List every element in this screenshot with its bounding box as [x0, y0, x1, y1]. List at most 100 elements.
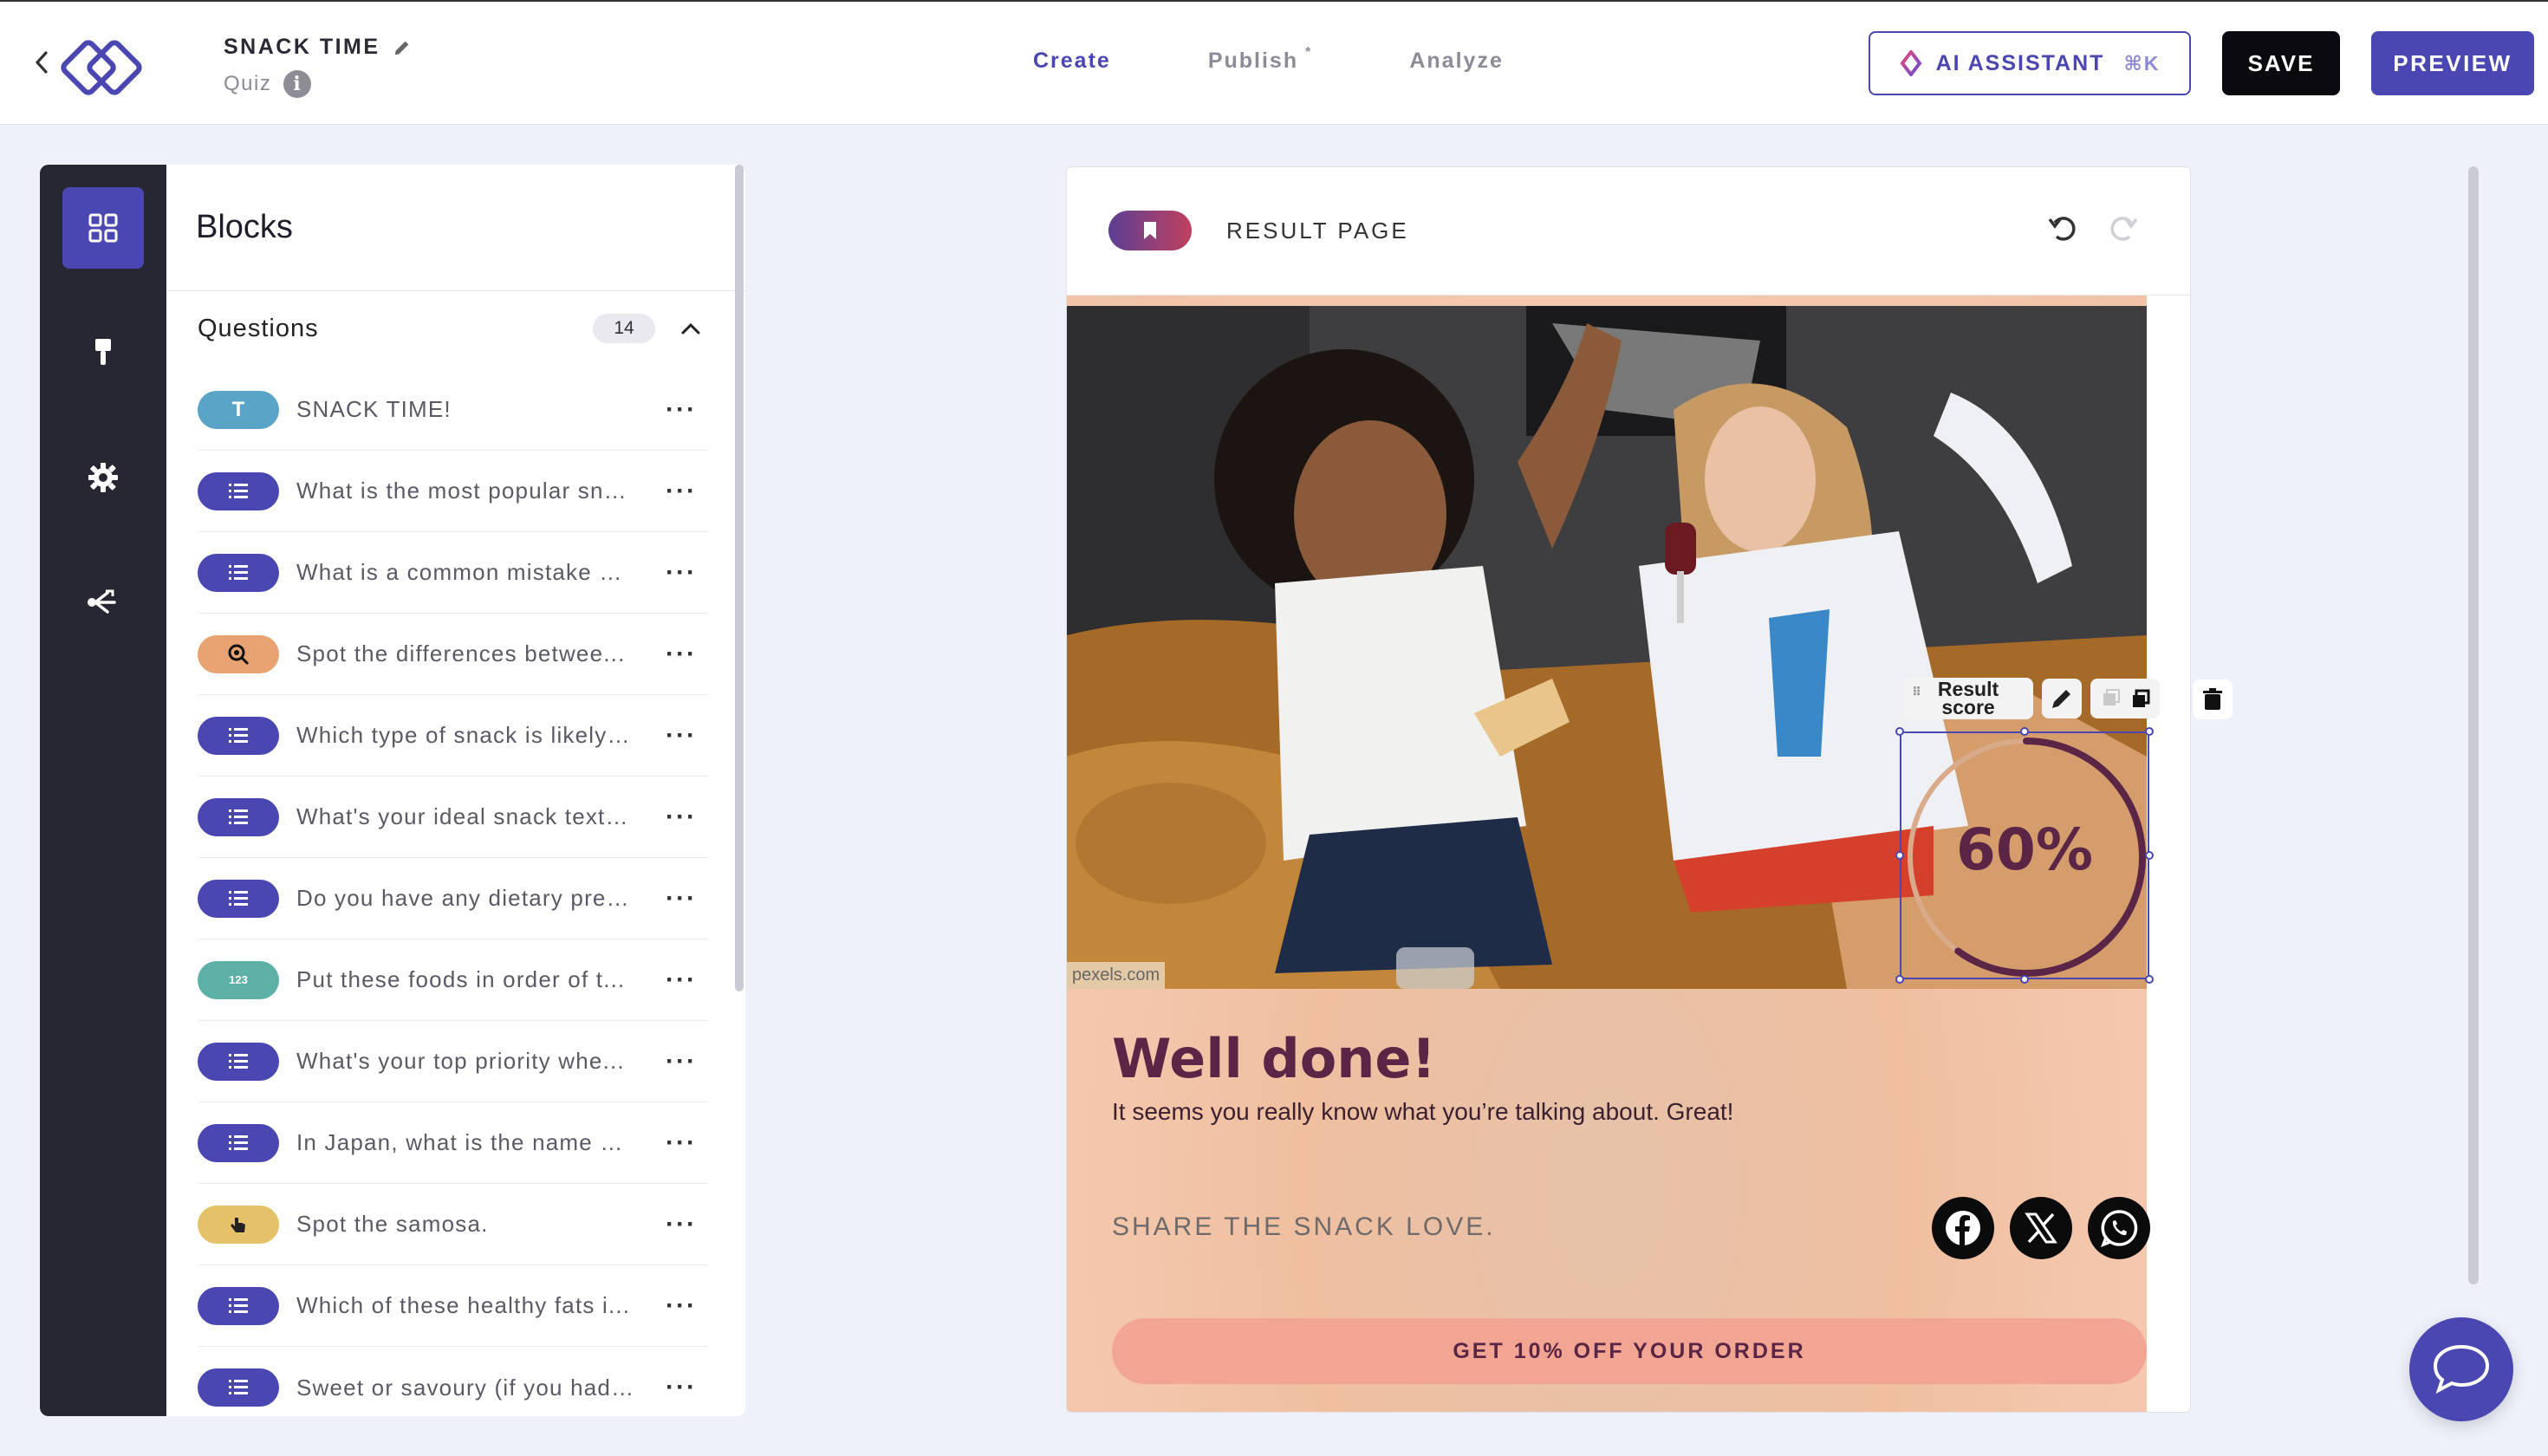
canvas-header: RESULT PAGE	[1067, 167, 2190, 296]
result-score-chip[interactable]: ⠿ Result score	[1903, 678, 2033, 719]
question-item[interactable]: What's your ideal snack textu... ···	[198, 777, 709, 858]
ai-assistant-label: AI ASSISTANT	[1935, 50, 2105, 75]
branch-icon	[88, 589, 116, 614]
magnifier-icon	[198, 634, 279, 673]
more-options-icon[interactable]: ···	[666, 477, 697, 506]
share-buttons	[1932, 1197, 2150, 1259]
left-rail	[40, 165, 166, 1416]
more-options-icon[interactable]: ···	[666, 1373, 697, 1402]
question-label: In Japan, what is the name o...	[296, 1129, 634, 1155]
questions-title: Questions	[198, 314, 319, 342]
questions-count-badge: 14	[593, 314, 655, 343]
question-item[interactable]: 123 Put these foods in order of t... ···	[198, 939, 709, 1021]
question-item[interactable]: Sweet or savoury (if you had ... ···	[198, 1347, 709, 1416]
question-item[interactable]: Spot the samosa. ···	[198, 1184, 709, 1265]
chevron-up-icon[interactable]	[679, 317, 702, 340]
drag-handle-icon[interactable]: ⠿	[1912, 686, 1921, 698]
discount-cta-button[interactable]: GET 10% OFF YOUR ORDER	[1112, 1318, 2147, 1384]
list-icon	[198, 1042, 279, 1081]
rail-blocks-button[interactable]	[62, 187, 144, 269]
preview-button[interactable]: PREVIEW	[2371, 31, 2534, 95]
ai-sparkle-icon	[1900, 50, 1922, 76]
share-label[interactable]: SHARE THE SNACK LOVE.	[1112, 1212, 1496, 1242]
more-options-icon[interactable]: ···	[666, 558, 697, 588]
more-options-icon[interactable]: ···	[666, 1128, 697, 1158]
tab-analyze[interactable]: Analyze	[1409, 49, 1503, 74]
more-options-icon[interactable]: ···	[666, 803, 697, 832]
app-logo[interactable]	[57, 28, 158, 101]
trash-icon	[2203, 688, 2222, 710]
result-description[interactable]: It seems you really know what you’re tal…	[1112, 1098, 1733, 1126]
question-label: Which type of snack is likely ...	[296, 722, 634, 748]
quiz-type-label: Quiz	[224, 72, 272, 95]
page-type-pill[interactable]	[1108, 211, 1192, 250]
info-icon[interactable]: i	[283, 70, 312, 98]
pencil-icon	[2052, 690, 2070, 708]
facebook-icon[interactable]	[1932, 1197, 1994, 1259]
more-options-icon[interactable]: ···	[666, 1047, 697, 1076]
more-options-icon[interactable]: ···	[666, 395, 697, 425]
more-options-icon[interactable]: ···	[666, 721, 697, 751]
score-value: 60%	[1956, 816, 2093, 883]
more-options-icon[interactable]: ···	[666, 965, 697, 995]
ai-assistant-button[interactable]: AI ASSISTANT ⌘K	[1869, 31, 2191, 95]
undo-icon[interactable]	[2046, 211, 2081, 245]
questions-section-header[interactable]: Questions 14	[198, 314, 702, 343]
question-item[interactable]: What is a common mistake p... ···	[198, 532, 709, 614]
quiz-title-block: SNACK TIME Quiz i	[224, 35, 412, 98]
blocks-scrollbar[interactable]	[735, 165, 744, 991]
main-tabs: Create Publish * Analyze	[1033, 45, 1601, 74]
question-item[interactable]: Spot the differences betwee... ···	[198, 614, 709, 695]
more-options-icon[interactable]: ···	[666, 884, 697, 913]
question-item[interactable]: What's your top priority whe... ···	[198, 1021, 709, 1102]
copy-icon	[2103, 689, 2150, 707]
duplicate-block-button[interactable]	[2090, 679, 2160, 718]
canvas-scrollbar[interactable]	[2468, 166, 2479, 1284]
blocks-title: Blocks	[196, 209, 293, 245]
delete-block-button[interactable]	[2193, 679, 2233, 719]
question-item[interactable]: What is the most popular sna... ···	[198, 451, 709, 532]
more-options-icon[interactable]: ···	[666, 640, 697, 669]
question-label: SNACK TIME!	[296, 396, 452, 422]
question-item[interactable]: Do you have any dietary pref... ···	[198, 858, 709, 939]
tab-create[interactable]: Create	[1033, 49, 1111, 74]
photo-credit: pexels.com	[1067, 962, 1166, 989]
edit-title-icon[interactable]	[393, 38, 412, 57]
edit-block-button[interactable]	[2042, 679, 2082, 718]
result-headline[interactable]: Well done!	[1112, 1027, 1436, 1090]
question-label: What's your ideal snack textu...	[296, 803, 634, 829]
tab-publish[interactable]: Publish *	[1208, 45, 1313, 74]
list-icon	[198, 716, 279, 755]
more-options-icon[interactable]: ···	[666, 1291, 697, 1321]
question-item[interactable]: Which type of snack is likely ... ···	[198, 695, 709, 777]
bookmark-icon	[1144, 222, 1156, 239]
result-score-block[interactable]: 60%	[1895, 727, 2154, 984]
text-block-badge: T	[198, 390, 279, 429]
rail-design-button[interactable]	[62, 312, 144, 393]
rail-share-button[interactable]	[62, 562, 144, 643]
question-label: Spot the samosa.	[296, 1211, 489, 1237]
list-icon	[198, 797, 279, 836]
more-options-icon[interactable]: ···	[666, 1210, 697, 1239]
page-label: RESULT PAGE	[1226, 218, 1409, 244]
question-item[interactable]: Which of these healthy fats i... ···	[198, 1265, 709, 1347]
questions-list: T SNACK TIME! ··· What is the most popular …	[198, 369, 709, 1416]
question-label: What's your top priority whe...	[296, 1048, 625, 1074]
score-block-toolbar: ⠿ Result score	[1903, 678, 2160, 719]
top-bar: SNACK TIME Quiz i Create Publish * Analyz…	[0, 0, 2548, 125]
question-label: What is the most popular sna...	[296, 478, 634, 504]
blocks-panel: Blocks Questions 14 T SNACK TIME! ··· What …	[166, 165, 745, 1416]
order-block-badge: 123	[198, 960, 279, 999]
ai-shortcut: ⌘K	[2123, 51, 2161, 75]
back-chevron-icon[interactable]	[29, 47, 54, 78]
rail-settings-button[interactable]	[62, 437, 144, 518]
redo-icon[interactable]	[2105, 211, 2140, 245]
x-icon[interactable]	[2010, 1197, 2072, 1259]
question-label: Put these foods in order of t...	[296, 966, 626, 992]
question-item[interactable]: In Japan, what is the name o... ···	[198, 1102, 709, 1184]
quiz-title[interactable]: SNACK TIME	[224, 35, 380, 60]
question-item[interactable]: T SNACK TIME! ···	[198, 369, 709, 451]
whatsapp-icon[interactable]	[2088, 1197, 2150, 1259]
save-button[interactable]: SAVE	[2222, 31, 2340, 95]
chat-support-button[interactable]	[2409, 1317, 2513, 1421]
